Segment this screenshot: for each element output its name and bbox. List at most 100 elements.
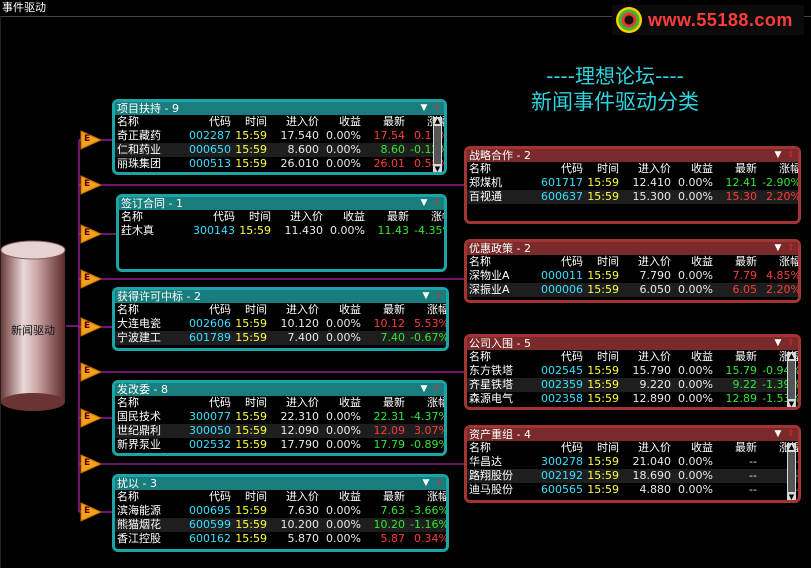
column-header[interactable]: 最新: [361, 490, 405, 504]
scroll-down-icon[interactable]: ▼: [433, 165, 442, 172]
panel-header[interactable]: 资产重组 - 4 ▼ ⇧: [467, 428, 798, 441]
stock-name[interactable]: 仁和药业: [115, 143, 181, 157]
column-header[interactable]: 代码: [533, 162, 583, 176]
panel-header[interactable]: 发改委 - 8 ▼ ⇧: [115, 383, 444, 396]
panel-up-icon[interactable]: ⇧: [786, 337, 796, 350]
category-panel[interactable]: 战略合作 - 2 ▼ ⇧ 名称 代码 时间 进入价 收益 最新 涨幅 郑煤机 601717 15:59 1…: [464, 146, 801, 224]
event-trigger-icon[interactable]: E: [80, 408, 103, 428]
stock-name[interactable]: 路翔股份: [467, 469, 533, 483]
scroll-thumb[interactable]: [788, 361, 795, 399]
column-header[interactable]: 代码: [533, 350, 583, 364]
panel-header[interactable]: 项目扶持 - 9 ▼ ⇧: [115, 102, 444, 115]
scroll-up-icon[interactable]: ▲: [787, 352, 796, 360]
panel-scrollbar[interactable]: ▲ ▼: [433, 117, 442, 172]
panel-up-icon[interactable]: ⇧: [434, 477, 444, 490]
column-header[interactable]: 最新: [713, 350, 757, 364]
scroll-up-icon[interactable]: ▲: [433, 117, 442, 125]
column-header[interactable]: 涨幅: [405, 490, 446, 504]
panel-header[interactable]: 签订合同 - 1 ▼ ⇧: [119, 197, 444, 210]
column-header[interactable]: 时间: [583, 255, 619, 269]
column-header[interactable]: 收益: [671, 162, 713, 176]
column-header[interactable]: 收益: [671, 441, 713, 455]
column-header[interactable]: 进入价: [619, 162, 671, 176]
column-header[interactable]: 代码: [181, 303, 231, 317]
column-header[interactable]: 名称: [115, 396, 181, 410]
column-header[interactable]: 涨幅: [757, 162, 798, 176]
column-header[interactable]: 名称: [467, 350, 533, 364]
column-header[interactable]: 最新: [361, 396, 405, 410]
stock-name[interactable]: 宁波建工: [115, 331, 181, 345]
event-trigger-icon[interactable]: E: [80, 502, 103, 522]
column-header[interactable]: 进入价: [271, 210, 323, 224]
panel-up-icon[interactable]: ⇧: [786, 242, 796, 255]
category-panel[interactable]: 扰以 - 3 ▼ ⇧ 名称 代码 时间 进入价 收益 最新 涨幅 滨海能源 000695 15:59 7.…: [112, 474, 449, 552]
category-panel[interactable]: 获得许可中标 - 2 ▼ ⇧ 名称 代码 时间 进入价 收益 最新 涨幅 大连电瓷 002606 15:…: [112, 287, 449, 351]
column-header[interactable]: 名称: [467, 162, 533, 176]
column-header[interactable]: 收益: [319, 115, 361, 129]
stock-name[interactable]: 丽珠集团: [115, 157, 181, 171]
column-header[interactable]: 收益: [319, 303, 361, 317]
column-header[interactable]: 涨幅: [405, 396, 444, 410]
column-header[interactable]: 收益: [319, 396, 361, 410]
panel-up-icon[interactable]: ⇧: [786, 149, 796, 162]
column-header[interactable]: 收益: [671, 350, 713, 364]
panel-menu-icon[interactable]: ▼: [419, 197, 429, 210]
scroll-down-icon[interactable]: ▼: [787, 493, 796, 500]
stock-name[interactable]: 深物业A: [467, 269, 533, 283]
column-header[interactable]: 代码: [185, 210, 235, 224]
panel-scrollbar[interactable]: ▲ ▼: [787, 352, 796, 407]
column-header[interactable]: 涨幅: [757, 255, 798, 269]
column-header[interactable]: 名称: [119, 210, 185, 224]
panel-up-icon[interactable]: ⇧: [786, 428, 796, 441]
panel-header[interactable]: 获得许可中标 - 2 ▼ ⇧: [115, 290, 446, 303]
event-trigger-icon[interactable]: E: [80, 454, 103, 474]
column-header[interactable]: 时间: [583, 162, 619, 176]
panel-header[interactable]: 战略合作 - 2 ▼ ⇧: [467, 149, 798, 162]
column-header[interactable]: 时间: [231, 303, 267, 317]
column-header[interactable]: 代码: [533, 255, 583, 269]
column-header[interactable]: 最新: [713, 441, 757, 455]
stock-name[interactable]: 深振业A: [467, 283, 533, 297]
panel-menu-icon[interactable]: ▼: [421, 290, 431, 303]
column-header[interactable]: 名称: [115, 490, 181, 504]
category-panel[interactable]: 公司入围 - 5▼⇧名称代码时间进入价收益最新涨幅东方铁塔00254515:59…: [464, 334, 801, 410]
stock-name[interactable]: 熊猫烟花: [115, 518, 181, 532]
scroll-thumb[interactable]: [788, 452, 795, 492]
category-panel[interactable]: 发改委 - 8 ▼ ⇧ 名称 代码 时间 进入价 收益 最新 涨幅 国民技术 300077 15:59 2…: [112, 380, 447, 456]
panel-header[interactable]: 优惠政策 - 2 ▼ ⇧: [467, 242, 798, 255]
column-header[interactable]: 名称: [115, 115, 181, 129]
stock-name[interactable]: 荭木真: [119, 224, 185, 238]
event-trigger-icon[interactable]: E: [80, 130, 103, 150]
column-header[interactable]: 涨幅: [409, 210, 444, 224]
column-header[interactable]: 代码: [181, 396, 231, 410]
column-header[interactable]: 时间: [583, 441, 619, 455]
event-trigger-icon[interactable]: E: [80, 269, 103, 289]
column-header[interactable]: 进入价: [267, 490, 319, 504]
panel-menu-icon[interactable]: ▼: [773, 149, 783, 162]
column-header[interactable]: 收益: [319, 490, 361, 504]
category-panel[interactable]: 签订合同 - 1 ▼⇧ 名称代码时间进入价收益最新涨幅荭木真 300143 15:59 1…: [116, 194, 447, 272]
column-header[interactable]: 进入价: [267, 396, 319, 410]
column-header[interactable]: 时间: [231, 490, 267, 504]
stock-name[interactable]: 东方铁塔: [467, 364, 533, 378]
panel-menu-icon[interactable]: ▼: [773, 242, 783, 255]
panel-menu-icon[interactable]: ▼: [773, 337, 783, 350]
column-header[interactable]: 进入价: [267, 303, 319, 317]
stock-name[interactable]: 齐星铁塔: [467, 378, 533, 392]
stock-name[interactable]: 香江控股: [115, 532, 181, 546]
panel-menu-icon[interactable]: ▼: [419, 102, 429, 115]
stock-name[interactable]: 世纪鼎利: [115, 424, 181, 438]
stock-name[interactable]: 森源电气: [467, 392, 533, 406]
panel-header[interactable]: 公司入围 - 5 ▼ ⇧: [467, 337, 798, 350]
column-header[interactable]: 代码: [533, 441, 583, 455]
column-header[interactable]: 名称: [467, 441, 533, 455]
stock-name[interactable]: 滨海能源: [115, 504, 181, 518]
stock-name[interactable]: 大连电瓷: [115, 317, 181, 331]
stock-name[interactable]: 郑煤机: [467, 176, 533, 190]
column-header[interactable]: 进入价: [619, 255, 671, 269]
column-header[interactable]: 最新: [361, 115, 405, 129]
stock-name[interactable]: 百视通: [467, 190, 533, 204]
column-header[interactable]: 最新: [365, 210, 409, 224]
column-header[interactable]: 最新: [713, 162, 757, 176]
stock-name[interactable]: 迪马股份: [467, 483, 533, 497]
